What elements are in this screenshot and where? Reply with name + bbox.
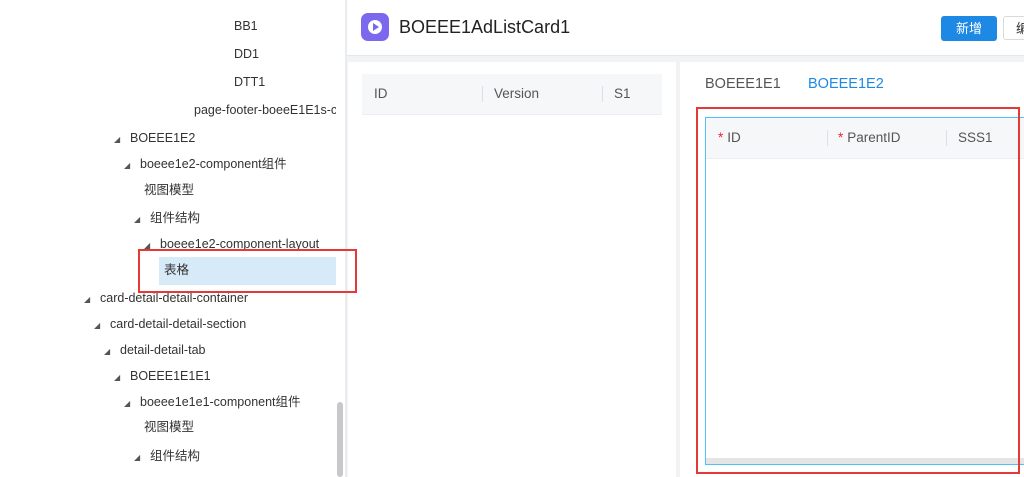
detail-table[interactable]: * ID * ParentID SSS1: [705, 117, 1024, 465]
component-tree: BB1 DD1 DTT1 page-footer-boeeE1E1s-c ◢ BO…: [0, 0, 345, 477]
tree-item-bb1[interactable]: BB1: [234, 15, 258, 37]
caret-down-icon[interactable]: ◢: [144, 235, 154, 257]
tree-item-dtt1[interactable]: DTT1: [234, 71, 265, 93]
column-separator[interactable]: [602, 86, 603, 102]
tree-item-boeee1e1e1-component[interactable]: ◢ boeee1e1e1-component组件: [124, 391, 301, 413]
list-panel: ID Version S1: [348, 62, 676, 477]
column-separator[interactable]: [827, 130, 828, 146]
tree-item-dd1[interactable]: DD1: [234, 43, 259, 65]
caret-down-icon[interactable]: ◢: [84, 289, 94, 311]
caret-down-icon[interactable]: ◢: [134, 447, 144, 469]
tree-item-page-footer[interactable]: page-footer-boeeE1E1s-c: [194, 99, 337, 121]
tree-item-table[interactable]: 表格: [164, 259, 189, 281]
tree-item-component-structure-2[interactable]: ◢ 组件结构: [134, 445, 200, 467]
edit-button[interactable]: 编: [1003, 16, 1024, 40]
add-button[interactable]: 新增: [941, 16, 997, 41]
tree-item-boeee1e2-component[interactable]: ◢ boeee1e2-component组件: [124, 153, 287, 175]
tree-item-component-structure[interactable]: ◢ 组件结构: [134, 207, 200, 229]
detail-table-header: * ID * ParentID SSS1: [706, 118, 1024, 159]
tree-item-detail-tab[interactable]: ◢ detail-detail-tab: [104, 339, 205, 361]
required-marker: *: [718, 130, 724, 145]
caret-down-icon[interactable]: ◢: [124, 393, 134, 415]
caret-down-icon[interactable]: ◢: [94, 315, 104, 337]
caret-down-icon[interactable]: ◢: [114, 367, 124, 389]
tree-item-boeee1e1e1[interactable]: ◢ BOEEE1E1E1: [114, 365, 211, 387]
tree-item-card-detail-container[interactable]: ◢ card-detail-detail-container: [84, 287, 248, 309]
caret-down-icon[interactable]: ◢: [124, 155, 134, 177]
required-marker: *: [838, 130, 844, 145]
tree-item-view-model[interactable]: 视图模型: [144, 179, 194, 201]
page-header: BOEEE1AdListCard1 新增 编: [347, 0, 1024, 56]
column-header-version[interactable]: Version: [494, 74, 539, 114]
column-separator[interactable]: [482, 86, 483, 102]
caret-down-icon[interactable]: ◢: [104, 341, 114, 363]
horizontal-scrollbar[interactable]: [706, 458, 1024, 464]
detail-panel: BOEEE1E1 BOEEE1E2 * ID * ParentID SSS1: [680, 62, 1024, 477]
column-header-parentid[interactable]: * ParentID: [838, 118, 901, 158]
caret-down-icon[interactable]: ◢: [114, 129, 124, 151]
column-header-id[interactable]: ID: [374, 74, 388, 114]
tree-scrollbar-thumb[interactable]: [337, 402, 343, 477]
column-separator[interactable]: [946, 130, 947, 146]
tab-boeee1e1[interactable]: BOEEE1E1: [705, 76, 781, 92]
tree-item-boeee1e2[interactable]: ◢ BOEEE1E2: [114, 127, 195, 149]
play-icon: [361, 13, 389, 41]
tree-item-card-detail-section[interactable]: ◢ card-detail-detail-section: [94, 313, 246, 335]
tab-boeee1e2[interactable]: BOEEE1E2: [808, 76, 884, 92]
caret-down-icon[interactable]: ◢: [134, 209, 144, 231]
column-header-s1[interactable]: S1: [614, 74, 631, 114]
tree-item-component-layout[interactable]: ◢ boeee1e2-component-layout: [144, 233, 319, 255]
list-grid-header: ID Version S1: [362, 74, 662, 115]
tree-item-view-model-2[interactable]: 视图模型: [144, 416, 194, 438]
column-header-sss1[interactable]: SSS1: [958, 118, 993, 158]
page-title: BOEEE1AdListCard1: [399, 17, 571, 37]
column-header-id[interactable]: * ID: [718, 118, 741, 158]
designer-canvas: BOEEE1AdListCard1 新增 编 ID Version S1 BOE…: [347, 0, 1024, 477]
